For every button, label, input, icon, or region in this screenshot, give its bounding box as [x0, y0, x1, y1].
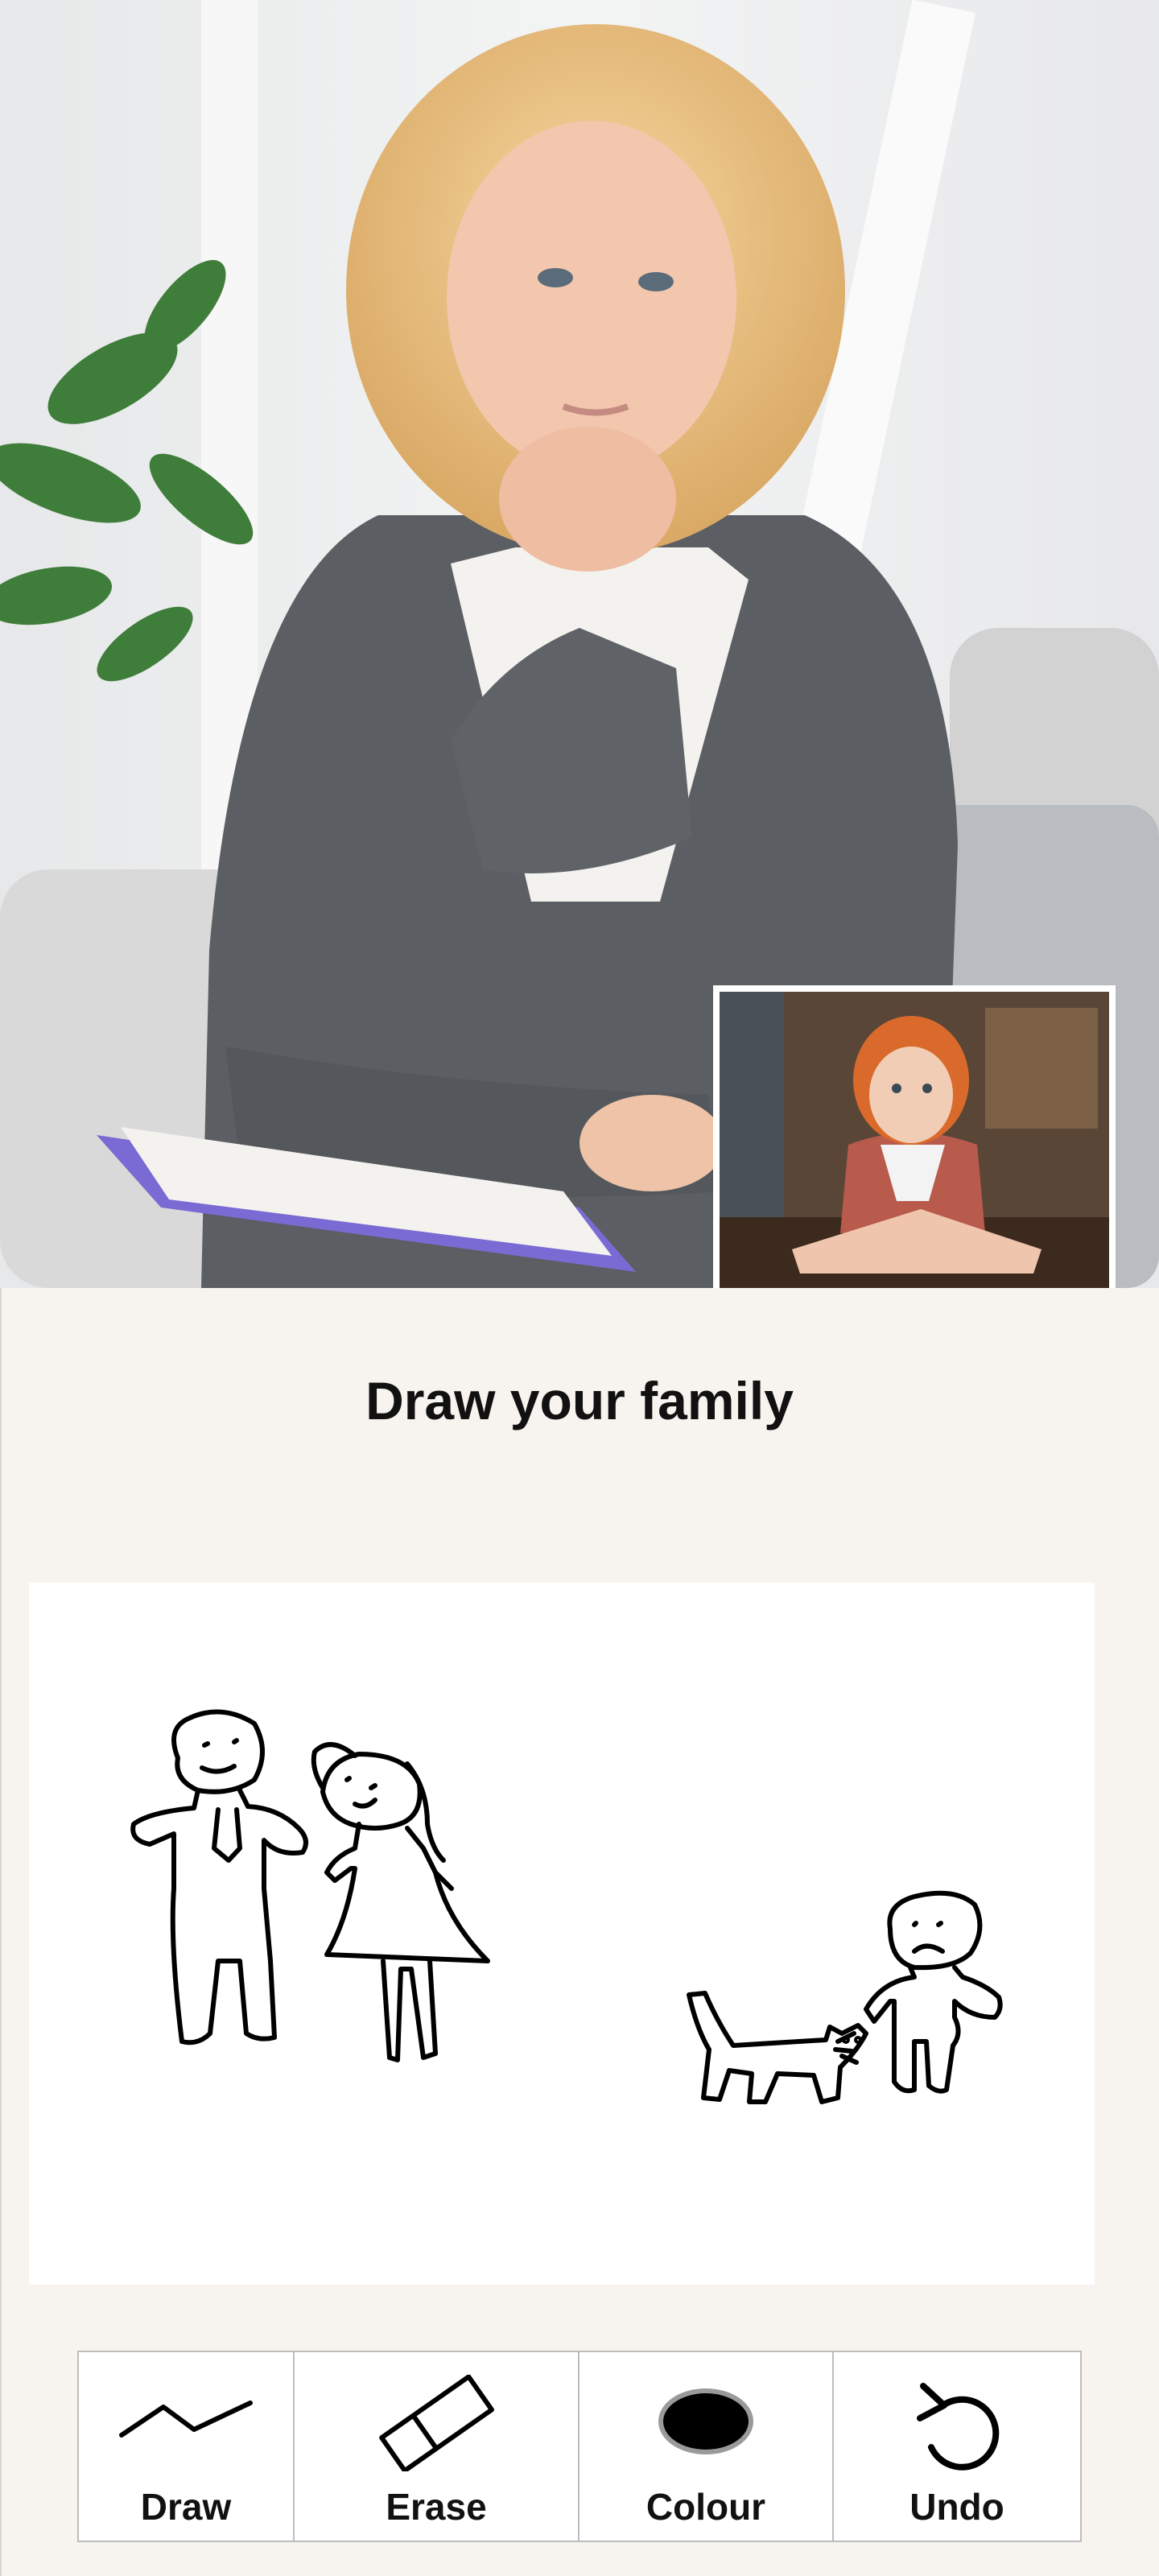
drawing-prompt: Draw your family — [365, 1371, 794, 1430]
undo-arrow-icon — [834, 2375, 1080, 2479]
drawing-child — [864, 1890, 1003, 2094]
erase-tool-label: Erase — [386, 2486, 487, 2528]
eraser-icon — [295, 2375, 578, 2471]
child-drawing — [130, 1709, 1003, 2104]
self-view-video[interactable] — [713, 985, 1116, 1288]
drawing-cat — [687, 1991, 868, 2104]
child-video-image — [720, 992, 1109, 1288]
drawing-mother — [311, 1742, 490, 2062]
draw-line-icon — [79, 2375, 293, 2455]
colour-swatch-icon — [580, 2375, 832, 2463]
undo-tool-label: Undo — [909, 2486, 1004, 2528]
draw-tool-label: Draw — [140, 2486, 232, 2528]
drawing-canvas[interactable] — [29, 1583, 1095, 2285]
drawing-toolbar: Draw Erase Colour Undo — [77, 2351, 1082, 2542]
colour-tool-button[interactable]: Colour — [580, 2352, 834, 2541]
erase-tool-button[interactable]: Erase — [295, 2352, 580, 2541]
colour-tool-label: Colour — [645, 2486, 766, 2528]
draw-tool-button[interactable]: Draw — [79, 2352, 295, 2541]
drawing-father — [130, 1709, 308, 2046]
undo-tool-button[interactable]: Undo — [834, 2352, 1080, 2541]
video-session-app: Draw your family Draw Erase Colour Undo — [0, 0, 1159, 2576]
